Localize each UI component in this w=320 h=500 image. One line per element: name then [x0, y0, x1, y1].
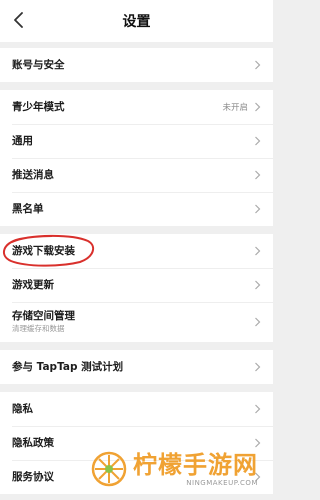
chevron-right-icon [255, 280, 261, 290]
settings-item-label: 游戏更新 [12, 278, 54, 291]
chevron-right-icon [255, 317, 261, 327]
settings-item-label: 通用 [12, 134, 33, 147]
page-title: 设置 [122, 14, 151, 30]
settings-item-label: 参与 TapTap 测试计划 [12, 360, 124, 373]
chevron-right-icon [255, 170, 261, 180]
settings-screen: 设置 账号与安全 青少年模式 未开启 通用 推送消息 黑名单 游戏下载安装 游戏… [0, 0, 273, 500]
settings-item-label: 隐私 [12, 402, 33, 415]
settings-group-account: 账号与安全 [0, 48, 273, 82]
settings-item-game-updates[interactable]: 游戏更新 [0, 268, 273, 302]
settings-item-label: 游戏下载安装 [12, 244, 75, 257]
chevron-right-icon [255, 204, 261, 214]
top-bar: 设置 [0, 0, 273, 42]
settings-item-label: 青少年模式 [12, 100, 65, 113]
settings-item-blacklist[interactable]: 黑名单 [0, 192, 273, 226]
settings-item-teen-mode[interactable]: 青少年模式 未开启 [0, 90, 273, 124]
chevron-right-icon [255, 136, 261, 146]
lemon-logo-icon [91, 451, 127, 487]
settings-item-taptap-test-program[interactable]: 参与 TapTap 测试计划 [0, 350, 273, 384]
settings-item-general[interactable]: 通用 [0, 124, 273, 158]
site-watermark: 柠檬手游网 NINGMAKEUP.COM [91, 446, 269, 492]
back-button[interactable] [6, 7, 32, 33]
chevron-right-icon [255, 404, 261, 414]
settings-item-label: 存储空间管理 [12, 310, 75, 322]
settings-group-testing: 参与 TapTap 测试计划 [0, 350, 273, 384]
settings-item-label: 账号与安全 [12, 58, 65, 71]
settings-item-game-download-install[interactable]: 游戏下载安装 [0, 234, 273, 268]
chevron-right-icon [255, 60, 261, 70]
settings-item-push-messages[interactable]: 推送消息 [0, 158, 273, 192]
chevron-right-icon [255, 102, 261, 112]
settings-group-games: 游戏下载安装 游戏更新 存储空间管理 清理缓存和数据 [0, 234, 273, 342]
settings-item-storage-management[interactable]: 存储空间管理 清理缓存和数据 [0, 302, 273, 342]
settings-group-general: 青少年模式 未开启 通用 推送消息 黑名单 [0, 90, 273, 226]
settings-item-label: 黑名单 [12, 202, 44, 215]
settings-item-label: 推送消息 [12, 168, 54, 181]
watermark-url: NINGMAKEUP.COM [186, 479, 258, 487]
settings-item-account-security[interactable]: 账号与安全 [0, 48, 273, 82]
settings-item-subtitle: 清理缓存和数据 [12, 324, 65, 333]
settings-item-privacy[interactable]: 隐私 [0, 392, 273, 426]
watermark-text: 柠檬手游网 [133, 451, 258, 479]
teen-mode-status: 未开启 [222, 103, 248, 113]
chevron-right-icon [255, 246, 261, 256]
chevron-right-icon [255, 362, 261, 372]
back-arrow-icon [14, 12, 23, 28]
